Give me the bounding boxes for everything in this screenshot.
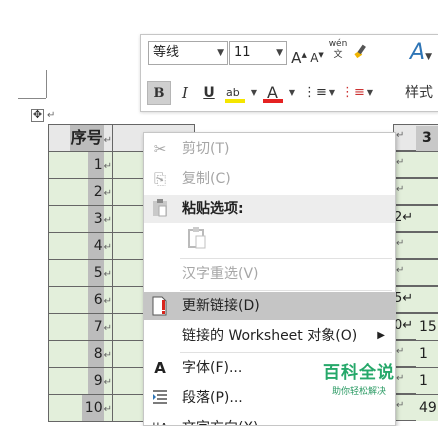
menu-item-label: 字体(F)...	[182, 360, 243, 376]
clipboard-icon	[150, 199, 170, 219]
text-effects-button[interactable]: A▼	[403, 41, 438, 65]
table-cell[interactable]: ↵ 3	[393, 124, 438, 151]
table-cell[interactable]: 5↵	[48, 259, 113, 287]
menu-item-label: 剪切(T)	[182, 141, 230, 157]
menu-item-label: 链接的 Worksheet 对象(O)	[182, 328, 358, 344]
margin-marker	[46, 70, 47, 98]
menu-item-cut[interactable]: ✂ 剪切(T)	[144, 135, 395, 163]
menu-item-label: 文字方向(X)...	[182, 414, 272, 425]
watermark: 百科全说 助你轻松解决	[307, 358, 411, 397]
chevron-down-icon[interactable]: ▼	[289, 81, 295, 105]
menu-item-label: 段落(P)...	[182, 390, 243, 406]
table-cell[interactable]: 3↵	[48, 205, 113, 233]
row-number: 7	[93, 319, 103, 335]
menu-separator	[180, 352, 392, 353]
row-number: 6	[93, 292, 103, 308]
chevron-down-icon[interactable]: ▼	[329, 81, 335, 105]
menu-item-copy[interactable]: ⎘ 复制(C)	[144, 165, 395, 193]
text-direction-icon: ||A	[150, 418, 170, 425]
watermark-title: 百科全说	[323, 363, 395, 383]
menu-item-reconvert[interactable]: 汉字重选(V)	[144, 260, 395, 288]
table-cell[interactable]: 5↵	[393, 286, 438, 313]
menu-item-text-direction[interactable]: ||A 文字方向(X)...	[144, 414, 395, 425]
shrink-font-button[interactable]: A▼	[309, 43, 325, 67]
grow-font-icon: A	[291, 49, 302, 67]
paste-keep-format-icon[interactable]	[184, 227, 210, 253]
row-number: 1	[93, 157, 103, 173]
table-cell[interactable]: 1↵	[48, 151, 113, 179]
chevron-down-icon[interactable]: ▼	[276, 42, 283, 64]
table-cell[interactable]: ↵	[393, 178, 438, 205]
menu-item-label: 更新链接(D)	[182, 298, 260, 314]
phonetic-guide-button[interactable]: wén 文	[328, 39, 348, 63]
menu-item-label: 粘贴选项:	[182, 201, 244, 217]
font-color-bar	[263, 99, 283, 103]
submenu-arrow-icon: ▶	[377, 330, 385, 341]
table-cell[interactable]: 0↵ 15	[393, 313, 438, 340]
font-name-value: 等线	[153, 45, 180, 60]
table-cell[interactable]: 9↵	[48, 367, 113, 395]
table-cell[interactable]: 6↵	[48, 286, 113, 314]
font-name-combo[interactable]: 等线 ▼	[148, 41, 228, 65]
row-number: 3	[93, 211, 103, 227]
highlight-button[interactable]: ab ▼	[223, 81, 259, 105]
paragraph-mark: ↵	[47, 110, 56, 121]
chevron-down-icon[interactable]: ▼	[251, 81, 257, 105]
text-effects-icon: A	[410, 40, 426, 65]
scissors-icon: ✂	[153, 140, 167, 158]
numbering-button[interactable]: ⋮≡ ▼	[339, 81, 375, 105]
menu-item-label: 汉字重选(V)	[182, 266, 259, 282]
table-header-cell[interactable]: 序号↵	[48, 124, 113, 152]
grow-font-button[interactable]: A▲	[291, 43, 307, 67]
table-cell[interactable]: 7↵	[48, 313, 113, 341]
highlight-color-bar	[225, 99, 245, 103]
column-header-text: 3	[416, 126, 438, 151]
copy-icon: ⎘	[153, 170, 166, 188]
font-color-button[interactable]: A ▼	[261, 81, 297, 105]
table-cell[interactable]: 2↵	[393, 205, 438, 232]
table-cell[interactable]: ↵ 49	[393, 394, 438, 421]
row-number: 10	[84, 400, 103, 416]
table-cell[interactable]: ↵	[393, 232, 438, 259]
font-size-value: 11	[234, 45, 251, 60]
row-number: 4	[93, 238, 103, 254]
table-cell[interactable]: ↵	[393, 259, 438, 286]
row-number: 5	[93, 265, 103, 281]
table-cell[interactable]: 8↵	[48, 340, 113, 368]
italic-button[interactable]: I	[175, 81, 195, 105]
row-number: 2	[93, 184, 103, 200]
row-number: 9	[93, 373, 103, 389]
table-cell[interactable]: 4↵	[48, 232, 113, 260]
font-icon: A	[154, 359, 166, 377]
menu-item-update-link[interactable]: 更新链接(D)	[144, 292, 395, 320]
menu-separator	[180, 290, 392, 291]
mini-toolbar: 等线 ▼ 11 ▼ A▲ A▼ wén 文 A▼ B I U ab ▼ A ▼ …	[140, 34, 438, 112]
chevron-down-icon[interactable]: ▼	[367, 81, 373, 105]
font-size-combo[interactable]: 11 ▼	[229, 41, 287, 65]
table-cell[interactable]: 2↵	[48, 178, 113, 206]
paragraph-icon	[150, 388, 170, 408]
menu-item-paste-options: 粘贴选项:	[144, 195, 395, 223]
row-number: 8	[93, 346, 103, 362]
styles-button[interactable]: 样式	[399, 81, 438, 105]
table-cell[interactable]: 10↵	[48, 394, 113, 422]
bold-button[interactable]: B	[147, 81, 171, 105]
bullets-icon: ⋮≡	[303, 85, 327, 100]
menu-separator	[180, 258, 392, 259]
format-painter-icon[interactable]	[351, 43, 371, 67]
bullets-button[interactable]: ⋮≡ ▼	[301, 81, 337, 105]
highlight-icon: ab	[226, 86, 240, 99]
margin-marker	[18, 98, 46, 99]
table-cell[interactable]: ↵	[393, 151, 438, 178]
header-text: 序号	[69, 125, 104, 151]
table-move-handle[interactable]: ✥	[31, 109, 44, 122]
underline-button[interactable]: U	[199, 81, 219, 105]
watermark-subtitle: 助你轻松解决	[331, 387, 386, 397]
menu-item-linked-object[interactable]: 链接的 Worksheet 对象(O) ▶	[144, 322, 395, 350]
menu-item-label: 复制(C)	[182, 171, 231, 187]
update-link-icon	[150, 296, 170, 316]
chevron-down-icon[interactable]: ▼	[217, 42, 224, 64]
numbering-icon: ⋮≡	[341, 85, 365, 100]
